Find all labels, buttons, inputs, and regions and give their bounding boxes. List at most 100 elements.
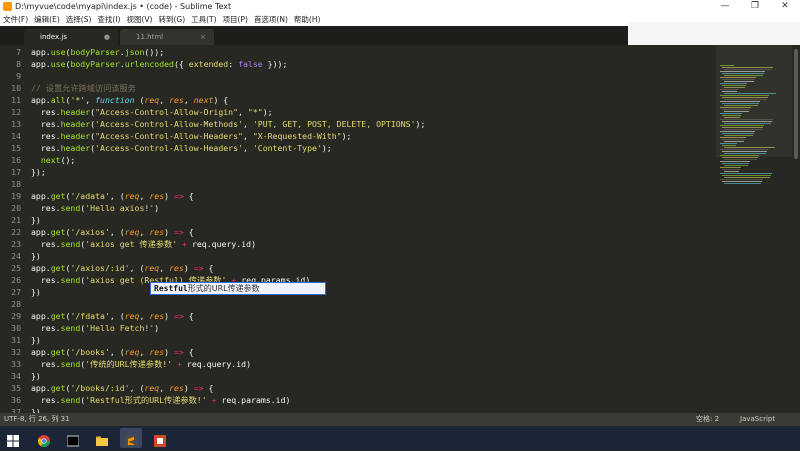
scroll-thumb[interactable]: [794, 49, 798, 159]
window-title: D:\myvue\code\myapi\index.js • (code) - …: [15, 2, 232, 11]
minimap-line: [724, 111, 749, 112]
minimap-line: [720, 131, 755, 132]
minimap-line: [722, 151, 767, 152]
code-line[interactable]: res.send('axios get 传递参数' + req.query.id…: [31, 238, 256, 250]
code-line[interactable]: app.get('/fdata', (req, res) => {: [31, 310, 194, 322]
code-line[interactable]: }): [31, 250, 41, 262]
powerpoint-icon: [154, 432, 166, 447]
line-number: 26: [11, 275, 21, 285]
sublime-app-icon: [3, 2, 12, 11]
taskbar-explorer[interactable]: [91, 428, 113, 448]
code-line[interactable]: res.header("Access-Control-Allow-Headers…: [31, 130, 352, 142]
minimap-line: [724, 129, 762, 130]
minimap-line: [720, 83, 747, 84]
minimap-line: [722, 109, 750, 110]
menu-selection[interactable]: 选择(S): [63, 13, 95, 26]
minimap-line: [724, 117, 740, 118]
line-number: 12: [11, 107, 21, 117]
code-line[interactable]: next();: [31, 154, 76, 166]
menu-view[interactable]: 视图(V): [123, 13, 155, 26]
code-line[interactable]: res.header('Access-Control-Allow-Methods…: [31, 118, 426, 130]
menu-find[interactable]: 查找(I): [94, 13, 123, 26]
code-line[interactable]: // 设置允许跨域访问该服务: [31, 82, 136, 94]
code-line[interactable]: app.get('/books/:id', (req, res) => {: [31, 382, 213, 394]
minimap-line: [720, 65, 734, 66]
code-line[interactable]: app.get('/axios/:id', (req, res) => {: [31, 262, 213, 274]
code-editor[interactable]: 7 8 9 10 11 12 13 14 15 16 17 18 19 20 21 22 23 24 25 26 27 2…: [0, 45, 800, 413]
line-number: 23: [11, 239, 21, 249]
vertical-scrollbar[interactable]: [792, 45, 800, 413]
code-line[interactable]: }): [31, 406, 41, 413]
minimap-line: [722, 145, 736, 146]
tab-index-js[interactable]: index.js ●: [24, 29, 118, 45]
minimap-line: [722, 163, 749, 164]
minimap-line: [724, 93, 776, 94]
menu-tools[interactable]: 工具(T): [188, 13, 219, 26]
sublime-icon: [125, 432, 137, 447]
minimap-line: [724, 147, 775, 148]
unsaved-dot-icon[interactable]: ●: [104, 29, 110, 45]
code-line[interactable]: res.send('Hello Fetch!'): [31, 322, 159, 334]
code-line[interactable]: }): [31, 334, 41, 346]
menu-help[interactable]: 帮助(H): [291, 13, 324, 26]
status-bar: UTF-8, 行 26, 列 31 空格: 2 JavaScript (Babe…: [0, 413, 800, 436]
minimap-line: [724, 153, 766, 154]
menu-goto[interactable]: 转到(G): [155, 13, 188, 26]
chrome-icon: [37, 432, 50, 448]
line-number: 15: [11, 143, 21, 153]
code-line[interactable]: app.all('*', function (req, res, next) {: [31, 94, 228, 106]
code-line[interactable]: res.header('Access-Control-Allow-Headers…: [31, 142, 332, 154]
code-area[interactable]: app.use(bodyParser.json()); app.use(bodyP…: [31, 45, 711, 413]
code-line[interactable]: res.send('Hello axios!'): [31, 202, 159, 214]
windows-start-icon: [7, 432, 19, 447]
code-line[interactable]: res.send('Restful形式的URL传递参数!' + req.para…: [31, 394, 291, 406]
minimap-line: [722, 103, 759, 104]
minimap-line: [722, 121, 772, 122]
line-number: 31: [11, 335, 21, 345]
code-line[interactable]: app.get('/adata', (req, res) => {: [31, 190, 194, 202]
minimap[interactable]: [716, 45, 792, 413]
line-number: 10: [11, 83, 21, 93]
taskbar-sublime[interactable]: [120, 428, 142, 448]
line-number: 29: [11, 311, 21, 321]
autocomplete-rest: 形式的URL传递参数: [187, 284, 260, 293]
minimap-line: [720, 143, 737, 144]
minimap-line: [722, 67, 773, 68]
code-line[interactable]: }): [31, 370, 41, 382]
line-number: 14: [11, 131, 21, 141]
code-line[interactable]: res.send('传统的URL传递参数!' + req.query.id): [31, 358, 251, 370]
minimap-line: [724, 141, 744, 142]
code-line[interactable]: res.header("Access-Control-Allow-Origin"…: [31, 106, 273, 118]
menu-preferences[interactable]: 首选项(N): [251, 13, 291, 26]
taskbar-chrome[interactable]: [33, 428, 55, 448]
status-tab-size[interactable]: 空格: 2: [696, 413, 719, 426]
menu-edit[interactable]: 编辑(E): [31, 13, 63, 26]
taskbar-terminal[interactable]: [62, 428, 84, 448]
line-number: 30: [11, 323, 21, 333]
code-line[interactable]: app.get('/axios', (req, res) => {: [31, 226, 194, 238]
minimap-line: [722, 79, 755, 80]
code-line[interactable]: }): [31, 214, 41, 226]
minimap-line: [720, 155, 759, 156]
code-line[interactable]: app.use(bodyParser.urlencoded({ extended…: [31, 58, 287, 70]
maximize-button[interactable]: ❐: [740, 0, 770, 13]
line-number: 21: [11, 215, 21, 225]
code-line[interactable]: app.get('/books', (req, res) => {: [31, 346, 194, 358]
minimap-line: [722, 97, 768, 98]
autocomplete-popup[interactable]: Restful形式的URL传递参数: [150, 282, 326, 295]
line-number: 32: [11, 347, 21, 357]
code-line[interactable]: app.use(bodyParser.json());: [31, 46, 164, 58]
code-line[interactable]: }): [31, 286, 41, 298]
line-number: 34: [11, 371, 21, 381]
start-button[interactable]: [2, 428, 24, 448]
line-number: 35: [11, 383, 21, 393]
tab-11-html[interactable]: 11.html ×: [120, 29, 214, 45]
minimap-line: [724, 165, 748, 166]
menu-project[interactable]: 项目(P): [220, 13, 251, 26]
code-line[interactable]: });: [31, 166, 46, 178]
close-button[interactable]: ✕: [770, 0, 800, 13]
minimize-button[interactable]: —: [710, 0, 740, 13]
menu-file[interactable]: 文件(F): [0, 13, 31, 26]
taskbar-powerpoint[interactable]: [149, 428, 171, 448]
close-tab-icon[interactable]: ×: [200, 29, 206, 45]
